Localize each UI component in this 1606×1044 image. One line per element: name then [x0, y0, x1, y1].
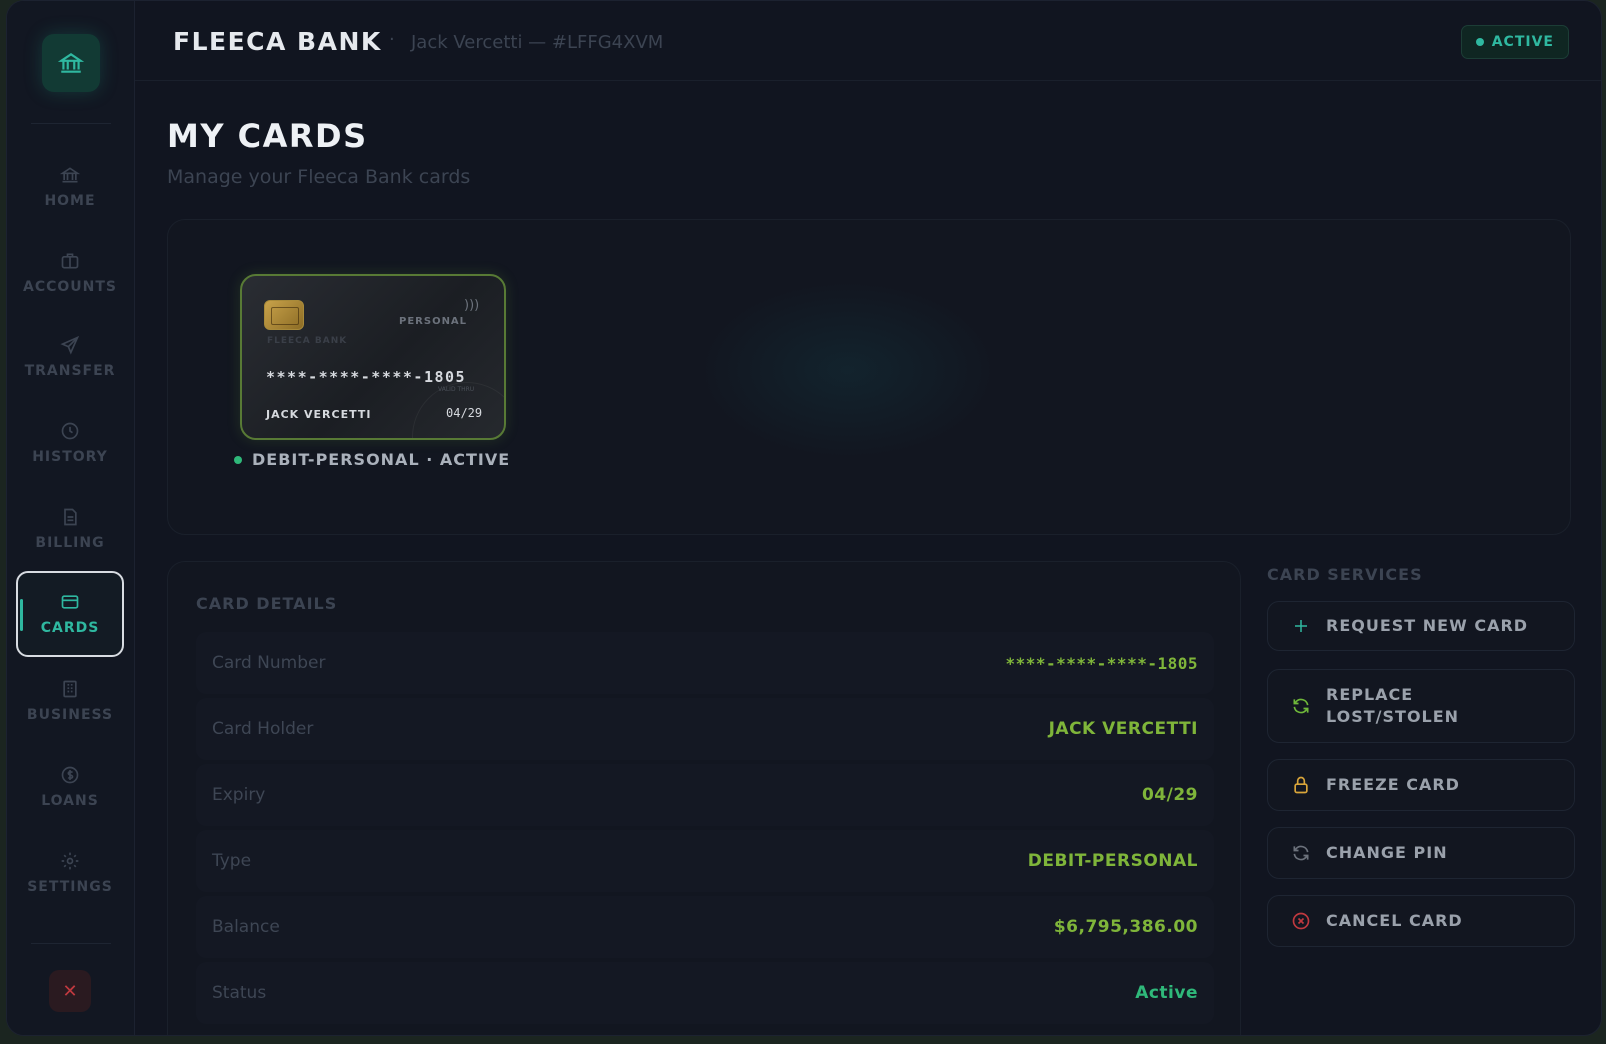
detail-row-status: Status Active: [196, 962, 1214, 1024]
service-label: REPLACE LOST/STOLEN: [1326, 684, 1460, 726]
sidebar-item-label: LOANS: [41, 793, 99, 809]
sidebar-item-label: ACCOUNTS: [22, 279, 117, 295]
refresh-icon: [1290, 842, 1312, 864]
status-text: ACTIVE: [1491, 34, 1554, 50]
valid-thru-label: VALID THRU: [438, 386, 475, 393]
debit-card[interactable]: PERSONAL ))) FLEECA BANK ****-****-****-…: [240, 274, 506, 440]
credit-card-icon: [61, 595, 79, 609]
cancel-circle-icon: [1290, 910, 1312, 932]
detail-row-type: Type DEBIT-PERSONAL: [196, 830, 1214, 892]
status-badge: ACTIVE: [1460, 25, 1569, 59]
replace-lost-stolen-button[interactable]: REPLACE LOST/STOLEN: [1267, 669, 1575, 743]
sidebar-item-billing[interactable]: BILLING: [16, 487, 124, 571]
briefcase-icon: [61, 253, 79, 269]
sidebar-item-label: CARDS: [40, 620, 100, 636]
status-dot: [234, 455, 242, 464]
close-icon: ✕: [62, 980, 78, 1002]
send-icon: [60, 335, 80, 355]
detail-row-expiry: Expiry 04/29: [196, 764, 1214, 826]
sidebar-item-label: TRANSFER: [24, 363, 116, 379]
gear-icon: [61, 852, 79, 870]
service-label: FREEZE CARD: [1326, 774, 1460, 794]
sidebar-item-home[interactable]: HOME: [16, 145, 124, 229]
card-type-label: PERSONAL: [399, 316, 468, 327]
brand-name: FLEECA BANK: [173, 27, 382, 56]
sidebar-item-loans[interactable]: LOANS: [16, 745, 124, 829]
background-glow: [698, 280, 998, 460]
user-identity: Jack Vercetti — #LFFG4XVM: [411, 32, 664, 53]
request-new-card-button[interactable]: REQUEST NEW CARD: [1267, 601, 1575, 651]
detail-value: JACK VERCETTI: [1048, 719, 1198, 739]
detail-value: ****-****-****-1805: [1005, 653, 1198, 673]
clock-icon: [61, 422, 79, 440]
sidebar-item-settings[interactable]: SETTINGS: [16, 831, 124, 915]
cards-panel: PERSONAL ))) FLEECA BANK ****-****-****-…: [167, 219, 1571, 535]
detail-value: 04/29: [1141, 785, 1198, 805]
status-dot: [1475, 38, 1484, 46]
sidebar-divider: [31, 943, 111, 944]
sidebar-divider: [31, 123, 111, 124]
dollar-coin-icon: [61, 766, 79, 784]
plus-icon: [1290, 615, 1312, 637]
sidebar-item-label: BILLING: [35, 535, 105, 551]
detail-row-card-holder: Card Holder JACK VERCETTI: [196, 698, 1214, 760]
contactless-icon: ))): [464, 298, 480, 313]
refresh-icon: [1290, 695, 1312, 717]
cancel-card-button[interactable]: CANCEL CARD: [1267, 895, 1575, 947]
lock-icon: [1290, 774, 1312, 796]
card-caption-text: DEBIT-PERSONAL · ACTIVE: [252, 450, 511, 469]
sidebar-item-accounts[interactable]: ACCOUNTS: [16, 231, 124, 315]
service-label: CHANGE PIN: [1326, 842, 1448, 862]
sidebar-item-transfer[interactable]: TRANSFER: [16, 315, 124, 399]
header: FLEECA BANK · Jack Vercetti — #LFFG4XVM …: [135, 1, 1601, 81]
bank-icon: [58, 53, 84, 73]
service-label: CANCEL CARD: [1326, 910, 1463, 930]
header-separator: ·: [389, 29, 395, 50]
detail-label: Card Number: [212, 653, 326, 673]
card-number: ****-****-****-1805: [266, 368, 467, 386]
freeze-card-button[interactable]: FREEZE CARD: [1267, 759, 1575, 811]
document-icon: [64, 508, 77, 526]
card-holder: JACK VERCETTI: [266, 408, 372, 421]
sidebar-item-cards[interactable]: CARDS: [16, 571, 124, 657]
change-pin-button[interactable]: CHANGE PIN: [1267, 827, 1575, 879]
bank-logo: [42, 34, 100, 92]
building-icon: [63, 680, 77, 698]
detail-label: Balance: [212, 917, 280, 937]
detail-label: Status: [212, 983, 267, 1003]
card-expiry: 04/29: [446, 406, 483, 420]
section-title: CARD DETAILS: [196, 594, 338, 613]
sidebar-item-business[interactable]: BUSINESS: [16, 659, 124, 743]
card-chip-icon: [264, 300, 304, 330]
services-title: CARD SERVICES: [1267, 565, 1423, 584]
card-details-panel: CARD DETAILS Card Number ****-****-****-…: [167, 561, 1241, 1035]
service-label: REQUEST NEW CARD: [1326, 615, 1529, 635]
detail-row-balance: Balance $6,795,386.00: [196, 896, 1214, 958]
sidebar-item-label: HISTORY: [32, 449, 108, 465]
detail-value: DEBIT-PERSONAL: [1027, 851, 1198, 871]
card-bank-label: FLEECA BANK: [267, 336, 348, 346]
detail-value: Active: [1135, 983, 1198, 1003]
card-caption: DEBIT-PERSONAL · ACTIVE: [234, 450, 510, 469]
sidebar-item-history[interactable]: HISTORY: [16, 401, 124, 485]
sidebar-item-label: BUSINESS: [26, 707, 114, 723]
close-button[interactable]: ✕: [49, 970, 91, 1012]
detail-row-card-number: Card Number ****-****-****-1805: [196, 632, 1214, 694]
app-window: HOME ACCOUNTS TRANSFER HISTORY BILLING C…: [6, 0, 1602, 1036]
sidebar-item-label: SETTINGS: [27, 879, 113, 895]
detail-label: Type: [212, 851, 252, 871]
detail-label: Card Holder: [212, 719, 314, 739]
page-subtitle: Manage your Fleeca Bank cards: [167, 166, 471, 188]
bank-icon: [60, 167, 80, 183]
detail-value: $6,795,386.00: [1053, 917, 1198, 937]
sidebar: HOME ACCOUNTS TRANSFER HISTORY BILLING C…: [7, 1, 135, 1035]
detail-label: Expiry: [212, 785, 266, 805]
page-title: MY CARDS: [167, 117, 368, 155]
sidebar-item-label: HOME: [44, 193, 96, 209]
